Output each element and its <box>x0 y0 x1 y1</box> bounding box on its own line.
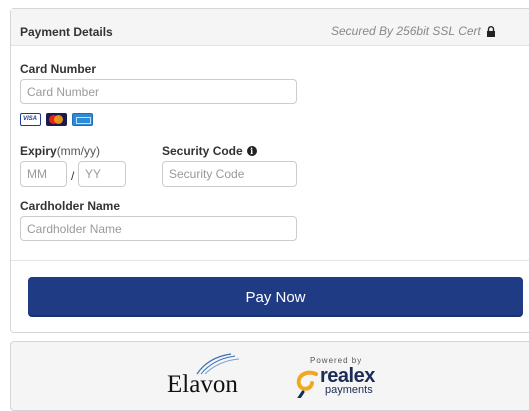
realex-sub: payments <box>325 384 373 396</box>
secured-note: Secured By 256bit SSL Cert <box>331 24 496 38</box>
panel-title: Payment Details <box>20 25 113 39</box>
expiry-month-input[interactable] <box>20 161 67 187</box>
amex-icon <box>72 113 93 126</box>
mastercard-icon <box>46 113 67 126</box>
elavon-text: Elavon <box>167 371 238 398</box>
expiry-label: Expiry(mm/yy) <box>20 144 100 158</box>
pay-now-button[interactable]: Pay Now <box>28 277 523 317</box>
accepted-cards: VISA <box>20 113 93 126</box>
realex-swirl-icon <box>296 370 318 398</box>
secured-text: Secured By 256bit SSL Cert <box>331 24 481 38</box>
expiry-year-input[interactable] <box>78 161 126 187</box>
security-code-label-text: Security Code <box>162 144 243 158</box>
panel-header: Payment Details Secured By 256bit SSL Ce… <box>11 9 529 46</box>
payment-panel: Payment Details Secured By 256bit SSL Ce… <box>10 8 529 333</box>
expiry-label-text: Expiry <box>20 144 57 158</box>
cardholder-input[interactable] <box>20 216 297 241</box>
expiry-separator: / <box>71 169 75 183</box>
card-number-label: Card Number <box>20 62 97 76</box>
expiry-hint: (mm/yy) <box>56 144 101 158</box>
section-divider <box>11 260 529 261</box>
cardholder-label: Cardholder Name <box>20 199 121 213</box>
visa-icon: VISA <box>20 113 41 126</box>
security-code-input[interactable] <box>162 161 297 187</box>
elavon-logo: Elavon <box>167 352 267 402</box>
info-icon[interactable]: i <box>246 146 257 156</box>
realex-logo: realex payments <box>294 364 394 400</box>
lock-icon <box>486 25 495 37</box>
card-number-input[interactable] <box>20 79 297 104</box>
security-code-label: Security Code i <box>162 144 257 158</box>
